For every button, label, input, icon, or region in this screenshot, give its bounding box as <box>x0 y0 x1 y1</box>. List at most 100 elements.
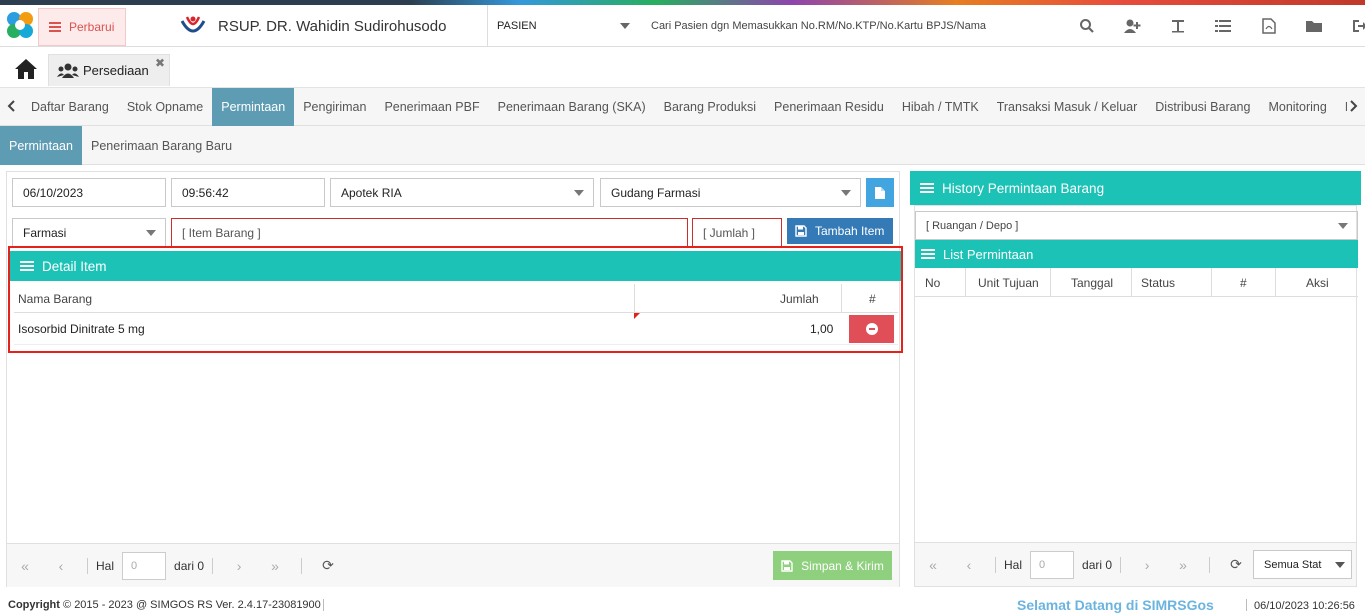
patient-type-select[interactable]: PASIEN <box>488 11 638 41</box>
minus-circle-icon <box>865 323 878 335</box>
folder-icon[interactable] <box>1292 13 1338 39</box>
col-aksi: Aksi <box>1306 275 1329 290</box>
menu-tab-pengiriman[interactable]: Pengiriman <box>294 88 375 126</box>
dirty-cell-marker <box>634 313 640 319</box>
menu-tab-penerimaan-residu[interactable]: Penerimaan Residu <box>765 88 893 126</box>
copyright-version: 2015 - 2023 @ SIMGOS RS Ver. 2.4.17-2308… <box>74 599 321 611</box>
menu-icon <box>49 20 61 34</box>
chevron-right-icon[interactable] <box>1347 96 1361 116</box>
prev-page-icon[interactable]: ‹ <box>43 558 79 574</box>
subtab-permintaan[interactable]: Permintaan <box>0 126 82 165</box>
remove-item-button[interactable] <box>849 315 894 343</box>
hospital-logo-icon <box>180 16 206 33</box>
pdf-icon[interactable] <box>1246 13 1292 39</box>
col-no: No <box>925 275 941 290</box>
menu-tab-daftar-barang[interactable]: Daftar Barang <box>22 88 118 126</box>
quantity-input[interactable]: [ Jumlah ] <box>692 218 782 247</box>
history-body: [ Ruangan / Depo ] List Permintaan No Un… <box>914 205 1358 587</box>
menu-tab-permintaan[interactable]: Permintaan <box>212 88 295 126</box>
chevron-down-icon <box>1335 562 1345 568</box>
copyright-text: Copyright © 2015 - 2023 @ SIMGOS RS Ver.… <box>8 599 321 611</box>
patient-search-input[interactable]: Cari Pasien dgn Memasukkan No.RM/No.KTP/… <box>651 11 986 41</box>
col-unit-tujuan: Unit Tujuan <box>978 275 1039 290</box>
item-qty-cell[interactable]: 1,00 <box>810 313 833 345</box>
text-icon[interactable] <box>1155 13 1201 39</box>
menu-tabs: Daftar Barang Stok Opname Permintaan Pengir… <box>22 88 1347 126</box>
hospital-brand: RSUP. DR. Wahidin Sudirohusodo <box>178 11 446 41</box>
search-icon[interactable] <box>1064 13 1110 39</box>
refresh-icon[interactable]: ⟳ <box>310 557 346 574</box>
status-filter-select[interactable]: Semua Stat <box>1253 550 1352 579</box>
close-icon[interactable]: ✖ <box>155 56 165 70</box>
menu-tab-barang-produksi[interactable]: Barang Produksi <box>655 88 765 126</box>
save-icon <box>795 225 807 237</box>
chevron-left-icon[interactable] <box>4 96 18 116</box>
subtab-penerimaan-barang-baru[interactable]: Penerimaan Barang Baru <box>82 126 241 165</box>
detail-item-header: Detail Item <box>10 251 901 281</box>
request-list-title: List Permintaan <box>943 246 1034 262</box>
pager-divider <box>1209 556 1211 573</box>
next-page-icon[interactable]: › <box>1129 557 1165 573</box>
category-value: Farmasi <box>23 225 67 240</box>
first-page-icon[interactable]: « <box>7 558 43 574</box>
col-hash: # <box>869 291 876 306</box>
page-label: Hal <box>96 558 115 573</box>
page-number-input[interactable]: 0 <box>122 551 167 580</box>
page-number-input[interactable]: 0 <box>1030 550 1075 579</box>
add-item-button[interactable]: Tambah Item <box>787 218 893 244</box>
last-page-icon[interactable]: » <box>257 558 293 574</box>
footer-divider <box>1246 599 1247 611</box>
app-footer: Copyright © 2015 - 2023 @ SIMGOS RS Ver.… <box>0 596 1365 615</box>
last-page-icon[interactable]: » <box>1165 557 1201 573</box>
time-field[interactable]: 09:56:42 <box>171 178 325 207</box>
from-unit-select[interactable]: Apotek RIA <box>330 178 594 207</box>
new-document-button[interactable] <box>866 178 894 207</box>
menu-tab-transaksi-masuk-keluar[interactable]: Transaksi Masuk / Keluar <box>988 88 1147 126</box>
module-tab-label: Persediaan <box>83 63 149 78</box>
menu-tab-stok-opname[interactable]: Stok Opname <box>118 88 212 126</box>
copyright-label: Copyright <box>8 599 60 611</box>
to-unit-select[interactable]: Gudang Farmasi <box>600 178 861 207</box>
first-page-icon[interactable]: « <box>915 557 951 573</box>
history-panel: History Permintaan Barang [ Ruangan / De… <box>910 171 1361 587</box>
item-input[interactable]: [ Item Barang ] <box>171 218 688 247</box>
category-select[interactable]: Farmasi <box>12 218 166 247</box>
logout-icon[interactable] <box>1337 13 1365 39</box>
pager-divider <box>87 557 88 574</box>
home-icon[interactable] <box>14 58 38 80</box>
pager-divider <box>995 556 996 573</box>
chevron-down-icon <box>841 190 851 196</box>
list-icon[interactable] <box>1201 13 1247 39</box>
room-select[interactable]: [ Ruangan / Depo ] <box>915 211 1358 240</box>
table-row[interactable]: Isosorbid Dinitrate 5 mg 1,00 <box>14 313 898 345</box>
hospital-name: RSUP. DR. Wahidin Sudirohusodo <box>218 17 447 35</box>
module-tab-persediaan[interactable]: Persediaan ✖ <box>48 54 170 86</box>
menu-tab-distribusi-barang[interactable]: Distribusi Barang <box>1146 88 1259 126</box>
save-icon <box>781 559 793 572</box>
save-send-button[interactable]: Simpan & Kirim <box>773 551 892 580</box>
column-divider <box>1211 268 1212 297</box>
detail-table-header: Nama Barang Jumlah # <box>14 284 898 313</box>
refresh-button[interactable]: Perbarui <box>38 8 126 46</box>
prev-page-icon[interactable]: ‹ <box>951 557 987 573</box>
menu-tab-penerimaan-barang-ska[interactable]: Penerimaan Barang (SKA) <box>489 88 655 126</box>
to-unit-value: Gudang Farmasi <box>611 185 701 200</box>
room-select-value: [ Ruangan / Depo ] <box>926 219 1019 232</box>
history-title: History Permintaan Barang <box>942 180 1105 196</box>
history-pager: « ‹ Hal 0 dari 0 › » ⟳ Semua Stat <box>915 542 1356 586</box>
item-name-cell: Isosorbid Dinitrate 5 mg <box>18 322 145 336</box>
next-page-icon[interactable]: › <box>221 558 257 574</box>
history-header: History Permintaan Barang <box>910 171 1361 205</box>
column-divider <box>1131 268 1132 297</box>
chevron-down-icon <box>146 230 156 236</box>
menu-tab-moni[interactable]: Moni <box>1336 88 1347 126</box>
add-user-icon[interactable] <box>1110 13 1156 39</box>
menu-tab-penerimaan-pbf[interactable]: Penerimaan PBF <box>375 88 488 126</box>
menu-tab-bar: Daftar Barang Stok Opname Permintaan Pengir… <box>0 88 1365 126</box>
save-send-label: Simpan & Kirim <box>801 558 884 573</box>
menu-tab-hibah-tmtk[interactable]: Hibah / TMTK <box>893 88 988 126</box>
date-field[interactable]: 06/10/2023 <box>12 178 166 207</box>
refresh-icon[interactable]: ⟳ <box>1218 556 1254 573</box>
pager-divider <box>1120 556 1122 573</box>
menu-tab-monitoring[interactable]: Monitoring <box>1259 88 1335 126</box>
